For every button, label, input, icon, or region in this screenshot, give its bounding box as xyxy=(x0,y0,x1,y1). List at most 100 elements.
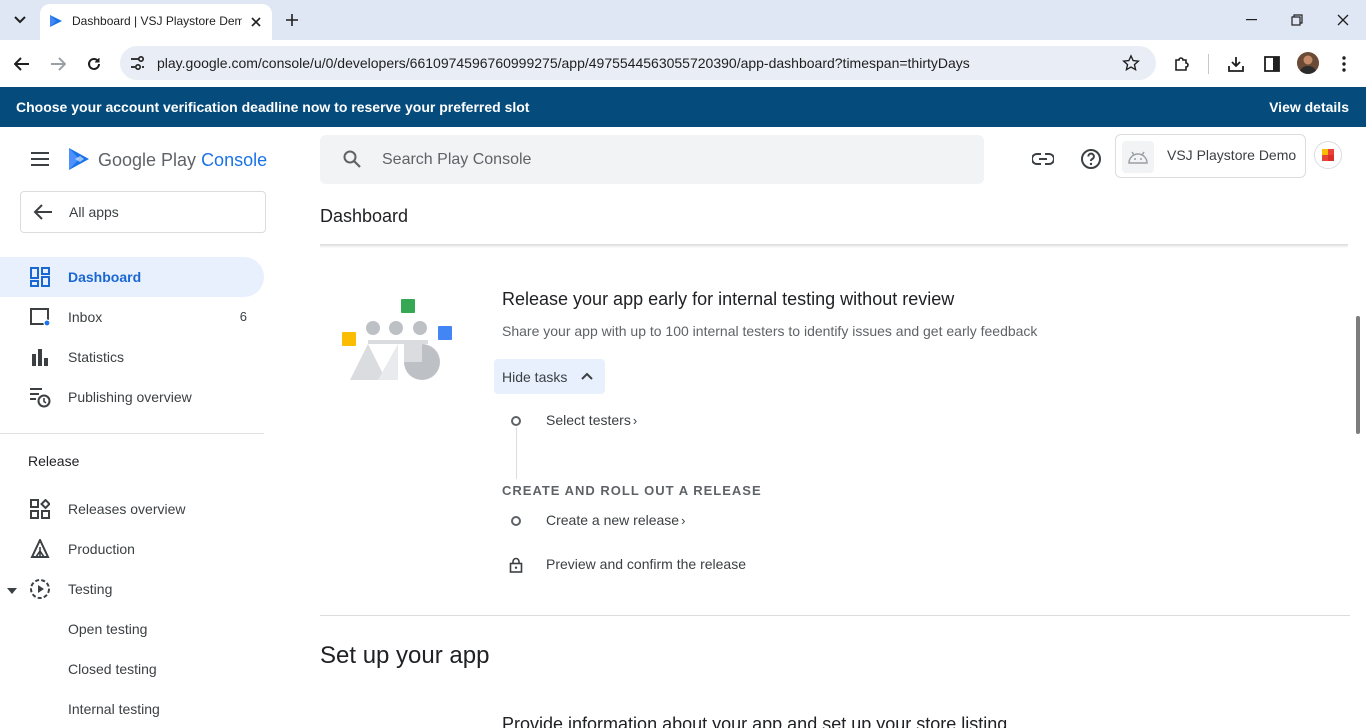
new-tab-plus-icon[interactable] xyxy=(282,10,302,30)
card-subtitle: Share your app with up to 100 internal t… xyxy=(502,323,1038,339)
testing-illustration xyxy=(342,299,452,380)
bar-chart-icon xyxy=(29,346,51,368)
verification-banner: Choose your account verification deadlin… xyxy=(0,87,1366,127)
search-bar[interactable]: Search Play Console xyxy=(320,135,984,184)
task-status-dot xyxy=(511,416,521,426)
select-testers-link[interactable]: Select testers › xyxy=(546,412,637,428)
sidebar-item-production[interactable]: Production xyxy=(0,529,264,569)
account-avatar[interactable] xyxy=(1314,141,1342,169)
tab-close-icon[interactable] xyxy=(246,12,266,32)
browser-toolbar: play.google.com/console/u/0/developers/6… xyxy=(0,40,1366,87)
sidebar-item-closed-testing[interactable]: Closed testing xyxy=(0,649,264,689)
restore-icon[interactable] xyxy=(1274,0,1320,40)
sidebar-item-label: Publishing overview xyxy=(68,389,192,405)
minimize-icon[interactable] xyxy=(1228,0,1274,40)
setup-section-title: Set up your app xyxy=(320,642,490,669)
task-status-dot xyxy=(511,516,521,526)
sidebar-item-label: Production xyxy=(68,541,135,557)
sidebar-item-label: Closed testing xyxy=(68,661,157,677)
browser-menu-kebab-icon[interactable] xyxy=(1332,52,1356,76)
chevron-down-icon xyxy=(14,16,26,24)
sidebar-item-label: Inbox xyxy=(68,309,103,325)
all-apps-button[interactable]: All apps xyxy=(20,191,266,233)
inbox-icon xyxy=(29,306,51,328)
back-arrow-icon[interactable] xyxy=(9,51,35,77)
page-title: Dashboard xyxy=(320,206,409,226)
account-logo-icon xyxy=(1322,149,1334,161)
publishing-icon xyxy=(29,386,51,408)
task-label-select-testers: Select testers xyxy=(546,412,631,428)
sidebar-item-statistics[interactable]: Statistics xyxy=(0,337,264,377)
logo-wordmark-google-play: Google Play xyxy=(98,150,202,170)
setup-section-subtitle: Provide information about your app and s… xyxy=(502,714,1008,728)
site-info-icon[interactable] xyxy=(128,54,146,72)
sidebar-item-publishing-overview[interactable]: Publishing overview xyxy=(0,377,264,417)
lock-icon xyxy=(509,557,523,573)
card-title: Release your app early for internal test… xyxy=(502,289,955,309)
developer-name: VSJ Playstore Demo xyxy=(1167,147,1297,163)
browser-tabstrip: Dashboard | VSJ Playstore Demo xyxy=(0,0,1366,40)
sidebar-item-label: Releases overview xyxy=(68,501,186,517)
create-release-link[interactable]: Create a new release › xyxy=(546,512,685,528)
hamburger-menu-icon[interactable] xyxy=(30,150,50,168)
scrollbar-thumb[interactable] xyxy=(1356,316,1360,434)
extensions-puzzle-icon[interactable] xyxy=(1170,52,1194,76)
hide-tasks-label: Hide tasks xyxy=(502,369,568,385)
chevron-right-icon: › xyxy=(632,413,638,428)
back-arrow-icon xyxy=(33,204,52,220)
reload-icon[interactable] xyxy=(81,51,107,77)
sidebar-item-label: Internal testing xyxy=(68,701,160,717)
download-icon[interactable] xyxy=(1224,52,1248,76)
forward-arrow-icon[interactable] xyxy=(45,51,71,77)
production-icon xyxy=(29,538,51,560)
logo-wordmark[interactable]: Google Play Console xyxy=(98,150,267,171)
banner-message: Choose your account verification deadlin… xyxy=(16,99,530,115)
search-icon xyxy=(343,150,361,168)
logo-wordmark-console: Console xyxy=(201,150,268,170)
sidebar-section-release: Release xyxy=(28,453,80,469)
sidebar-item-label: Dashboard xyxy=(68,269,142,285)
search-input[interactable]: Search Play Console xyxy=(382,151,531,169)
profile-avatar[interactable] xyxy=(1297,52,1319,74)
tab-search-button[interactable] xyxy=(8,8,32,32)
task-group-heading: CREATE AND ROLL OUT A RELEASE xyxy=(502,483,762,498)
dashboard-icon xyxy=(29,266,51,288)
sidebar-item-releases-overview[interactable]: Releases overview xyxy=(0,489,264,529)
task-connector-line xyxy=(516,427,517,479)
chevron-up-icon xyxy=(581,372,593,380)
all-apps-label: All apps xyxy=(69,204,119,220)
sidebar-item-label: Open testing xyxy=(68,621,148,637)
sidebar-item-dashboard[interactable]: Dashboard xyxy=(0,257,264,297)
browser-tab-active[interactable]: Dashboard | VSJ Playstore Demo xyxy=(40,4,272,40)
sidebar-item-label: Statistics xyxy=(68,349,125,365)
developer-account-chip[interactable]: VSJ Playstore Demo xyxy=(1115,134,1306,178)
task-label-create-release: Create a new release xyxy=(546,512,680,528)
link-icon[interactable] xyxy=(1030,146,1056,172)
task-label-preview-release: Preview and confirm the release xyxy=(546,556,746,572)
view-details-link[interactable]: View details xyxy=(1269,99,1349,115)
android-app-icon xyxy=(1122,141,1154,173)
sidebar-item-inbox[interactable]: Inbox 6 xyxy=(0,297,264,337)
chevron-right-icon: › xyxy=(681,513,686,528)
sidebar-item-testing[interactable]: Testing xyxy=(0,569,264,609)
header-divider xyxy=(320,244,1348,248)
testing-icon xyxy=(29,578,51,600)
side-panel-icon[interactable] xyxy=(1260,52,1284,76)
play-console-logo-icon xyxy=(69,148,89,170)
toolbar-separator xyxy=(1208,54,1209,74)
bookmark-star-icon[interactable] xyxy=(1122,54,1140,72)
sidebar-item-label: Testing xyxy=(68,581,113,597)
hide-tasks-button[interactable]: Hide tasks xyxy=(494,359,605,394)
releases-icon xyxy=(29,498,51,520)
tab-title: Dashboard | VSJ Playstore Demo xyxy=(72,14,242,28)
address-bar[interactable]: play.google.com/console/u/0/developers/6… xyxy=(120,46,1156,80)
window-close-icon[interactable] xyxy=(1320,0,1366,40)
inbox-count-badge: 6 xyxy=(239,309,247,324)
sidebar-item-internal-testing[interactable]: Internal testing xyxy=(0,689,264,728)
section-divider xyxy=(320,615,1350,616)
play-console-favicon-icon xyxy=(50,15,62,27)
help-icon[interactable] xyxy=(1078,146,1104,172)
sidebar-divider xyxy=(0,433,264,434)
sidebar-item-open-testing[interactable]: Open testing xyxy=(0,609,264,649)
url-text: play.google.com/console/u/0/developers/6… xyxy=(157,55,970,71)
